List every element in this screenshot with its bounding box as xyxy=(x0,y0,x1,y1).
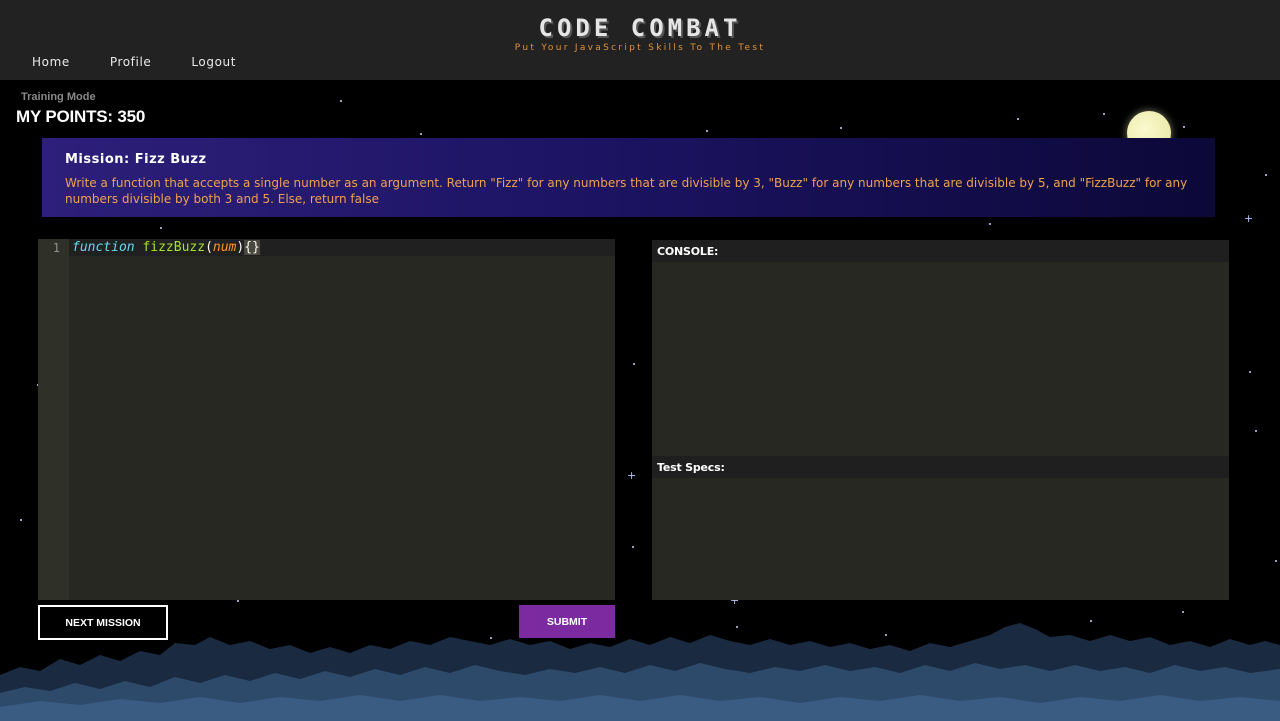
treeline-silhouette xyxy=(0,623,1280,721)
nav-profile-link[interactable]: Profile xyxy=(110,55,152,69)
app-title: CODE COMBAT xyxy=(538,14,742,42)
code-braces: {} xyxy=(244,240,260,255)
app-header: CODE COMBAT Put Your JavaScript Skills T… xyxy=(0,0,1280,80)
code-function-name: fizzBuzz xyxy=(142,240,206,255)
mission-banner: Mission: Fizz Buzz Write a function that… xyxy=(42,138,1215,217)
training-mode-label: Training Mode xyxy=(21,91,96,103)
console-panel: CONSOLE: xyxy=(652,240,1229,456)
code-line[interactable]: function fizzBuzz(num){} xyxy=(72,240,260,256)
code-keyword: function xyxy=(72,240,135,255)
nav-logout-link[interactable]: Logout xyxy=(191,55,236,69)
app-subtitle: Put Your JavaScript Skills To The Test xyxy=(514,43,766,53)
main-nav: Home Profile Logout xyxy=(32,55,276,69)
nav-home-link[interactable]: Home xyxy=(32,55,70,69)
code-editor[interactable]: 1 function fizzBuzz(num){} xyxy=(38,239,615,600)
code-parameter: num xyxy=(212,240,237,255)
test-specs-label: Test Specs: xyxy=(657,461,725,474)
line-number: 1 xyxy=(52,241,60,255)
editor-gutter: 1 xyxy=(38,239,69,600)
mission-description: Write a function that accepts a single n… xyxy=(65,176,1188,206)
console-header: CONSOLE: xyxy=(652,240,1229,262)
code-open-paren: ( xyxy=(205,240,213,255)
points-display: MY POINTS: 350 xyxy=(16,107,146,126)
mission-title: Mission: Fizz Buzz xyxy=(65,152,207,167)
console-label: CONSOLE: xyxy=(657,245,719,258)
test-specs-header: Test Specs: xyxy=(652,456,1229,478)
test-specs-panel: Test Specs: xyxy=(652,456,1229,600)
